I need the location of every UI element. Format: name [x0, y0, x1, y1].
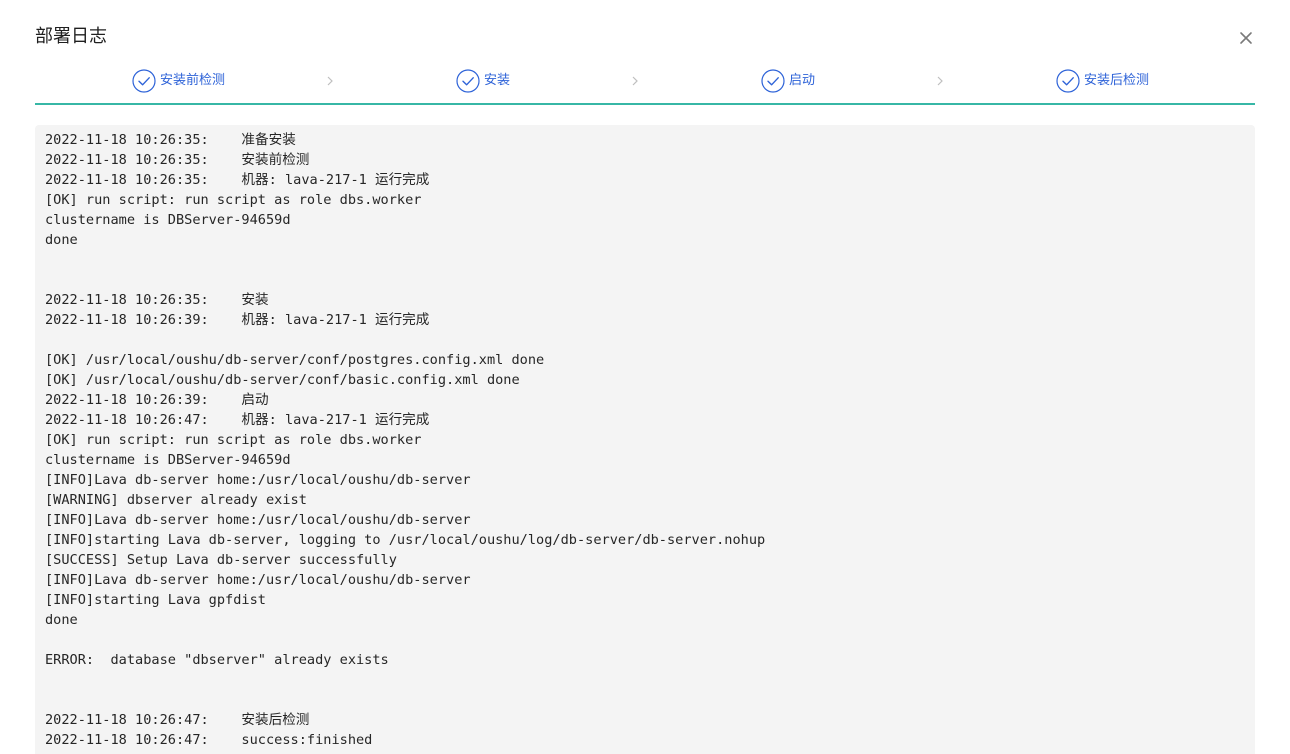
- log-line: 2022-11-18 10:26:35: 准备安装: [45, 132, 296, 148]
- deploy-log-dialog: 部署日志 安装前检测 安装 启动 安装后检测 2022-11-18 10:26:…: [0, 0, 1290, 754]
- check-circle-icon: [456, 69, 480, 93]
- chevron-right-icon: [327, 76, 333, 86]
- log-line: clustername is DBServer-94659d: [45, 452, 291, 468]
- close-button[interactable]: [1234, 26, 1258, 50]
- log-line: [OK] /usr/local/oushu/db-server/conf/pos…: [45, 352, 545, 368]
- log-line: [INFO]Lava db-server home:/usr/local/ous…: [45, 572, 471, 588]
- log-line: 2022-11-18 10:26:35: 安装: [45, 292, 269, 308]
- log-line: [OK] /usr/local/oushu/db-server/conf/bas…: [45, 372, 520, 388]
- step-label: 安装前检测: [160, 73, 226, 88]
- check-circle-icon: [761, 69, 785, 93]
- step-label: 安装后检测: [1084, 73, 1150, 88]
- chevron-right-icon: [937, 76, 943, 86]
- check-circle-icon: [1056, 69, 1080, 93]
- log-lines: 2022-11-18 10:26:35: 准备安装 2022-11-18 10:2…: [35, 125, 1255, 750]
- log-line: 2022-11-18 10:26:39: 机器: lava-217-1 运行完成: [45, 312, 430, 328]
- log-line: [INFO]Lava db-server home:/usr/local/ous…: [45, 472, 471, 488]
- log-output-panel[interactable]: 2022-11-18 10:26:35: 准备安装 2022-11-18 10:2…: [35, 125, 1255, 754]
- log-line: 2022-11-18 10:26:35: 机器: lava-217-1 运行完成: [45, 172, 430, 188]
- log-line: [SUCCESS] Setup Lava db-server successfu…: [45, 552, 397, 568]
- step-label: 启动: [789, 73, 816, 88]
- step-post-install-check[interactable]: 安装后检测: [1056, 68, 1149, 94]
- chevron-right-icon: [632, 76, 638, 86]
- log-line: 2022-11-18 10:26:47: 安装后检测: [45, 712, 310, 728]
- log-line: [INFO]starting Lava gpfdist: [45, 592, 266, 608]
- step-progress: 安装前检测 安装 启动 安装后检测: [35, 62, 1255, 105]
- log-line: done: [45, 612, 78, 628]
- log-line: [OK] run script: run script as role dbs.…: [45, 432, 422, 448]
- step-start[interactable]: 启动: [761, 68, 815, 94]
- log-line: 2022-11-18 10:26:47: success:finished: [45, 732, 373, 748]
- log-line: [OK] run script: run script as role dbs.…: [45, 192, 422, 208]
- log-line: clustername is DBServer-94659d: [45, 212, 291, 228]
- step-pre-install-check[interactable]: 安装前检测: [132, 68, 225, 94]
- log-line: ERROR: database "dbserver" already exist…: [45, 652, 389, 668]
- log-line: 2022-11-18 10:26:39: 启动: [45, 392, 269, 408]
- step-install[interactable]: 安装: [456, 68, 510, 94]
- log-line: 2022-11-18 10:26:47: 机器: lava-217-1 运行完成: [45, 412, 430, 428]
- step-label: 安装: [484, 73, 511, 88]
- log-line: [INFO]starting Lava db-server, logging t…: [45, 532, 766, 548]
- close-icon: [1240, 32, 1252, 44]
- log-line: [INFO]Lava db-server home:/usr/local/ous…: [45, 512, 471, 528]
- dialog-title: 部署日志: [35, 26, 107, 47]
- log-line: [WARNING] dbserver already exist: [45, 492, 307, 508]
- log-line: 2022-11-18 10:26:35: 安装前检测: [45, 152, 310, 168]
- log-line: done: [45, 232, 78, 248]
- check-circle-icon: [132, 69, 156, 93]
